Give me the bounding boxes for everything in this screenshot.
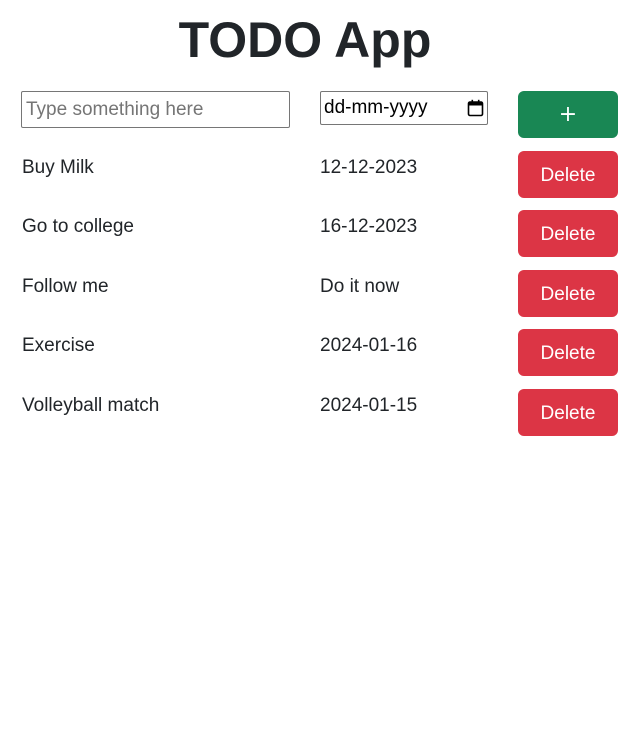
todo-date: 2024-01-15 [320,395,418,416]
todo-name-input[interactable] [21,91,290,128]
calendar-icon[interactable] [467,99,484,117]
todo-date: Do it now [320,276,400,297]
todo-date-input[interactable]: dd-mm-yyyy [320,91,488,125]
todo-name: Volleyball match [22,395,160,416]
todo-date: 12-12-2023 [320,157,418,178]
todo-name: Go to college [22,216,134,237]
todo-name: Follow me [22,276,109,297]
new-todo-form: dd-mm-yyyy + [0,0,622,145]
todo-row: Buy Milk 12-12-2023 Delete [0,151,622,199]
todo-date: 16-12-2023 [320,216,418,237]
todo-row: Go to college 16-12-2023 Delete [0,210,622,258]
todo-name: Buy Milk [22,157,94,178]
delete-button[interactable]: Delete [518,151,618,198]
delete-button[interactable]: Delete [518,210,618,257]
delete-button[interactable]: Delete [518,389,618,436]
delete-button[interactable]: Delete [518,270,618,317]
delete-button[interactable]: Delete [518,329,618,376]
todo-row: Volleyball match 2024-01-15 Delete [0,389,622,437]
date-placeholder: dd-mm-yyyy [324,97,428,118]
todo-date: 2024-01-16 [320,335,418,356]
todo-row: Exercise 2024-01-16 Delete [0,329,622,377]
todo-name: Exercise [22,335,95,356]
add-todo-button[interactable]: + [518,91,618,138]
todo-row: Follow me Do it now Delete [0,270,622,318]
